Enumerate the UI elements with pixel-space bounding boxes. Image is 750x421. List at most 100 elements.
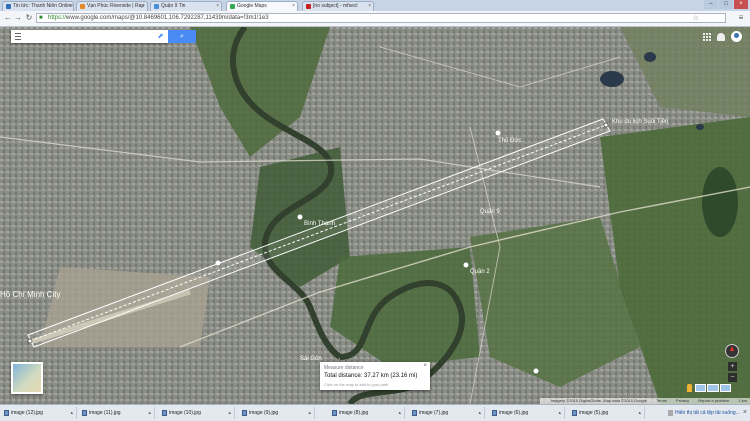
download-item[interactable]: image (12).jpg ▴ xyxy=(2,407,77,419)
download-filename: image (7).jpg xyxy=(419,410,449,416)
chevron-up-icon[interactable]: ▴ xyxy=(308,407,311,419)
pegman-icon[interactable] xyxy=(687,384,692,392)
satellite-map[interactable]: Thủ Đức Khu du lịch Suối Tiên Hồ Chí Min… xyxy=(0,27,750,404)
tab-thanh-nien[interactable]: Tin tức: Thanh Niên Online × xyxy=(2,1,74,11)
compass-icon[interactable] xyxy=(725,344,739,358)
hamburger-menu-icon[interactable] xyxy=(15,33,21,40)
address-bar[interactable]: ■ https://www.google.com/maps/@10.846960… xyxy=(36,13,726,23)
close-window-button[interactable]: × xyxy=(734,0,748,9)
browser-toolbar: ← → ↻ ■ https://www.google.com/maps/@10.… xyxy=(0,11,750,27)
browser-menu-icon[interactable]: ≡ xyxy=(736,13,746,23)
map-label[interactable]: Quận 9 xyxy=(480,209,500,215)
chevron-up-icon[interactable]: ▴ xyxy=(638,407,641,419)
terms-link[interactable]: Terms xyxy=(656,398,667,403)
scale-bar[interactable]: 1 km xyxy=(738,398,747,403)
measure-title: Measure distance xyxy=(324,365,364,371)
show-all-downloads-link[interactable]: Hiển thị tất cả tệp tải xuống... xyxy=(668,407,740,419)
tab-label: Vạn Phúc Riverside | Rap xyxy=(87,3,145,9)
map-label[interactable]: Khu du lịch Suối Tiên xyxy=(612,119,668,125)
privacy-link[interactable]: Privacy xyxy=(676,398,689,403)
place-pin-icon[interactable] xyxy=(297,214,303,220)
close-tab-icon[interactable]: × xyxy=(292,2,295,11)
window-controls: – □ × xyxy=(704,0,748,9)
site-favicon-icon xyxy=(80,4,85,9)
place-pin-icon[interactable] xyxy=(495,130,501,136)
download-filename: image (11).jpg xyxy=(89,410,121,416)
imagery-layers[interactable] xyxy=(695,384,731,392)
download-item[interactable]: image (7).jpg ▴ xyxy=(410,407,485,419)
close-tab-icon[interactable]: × xyxy=(216,2,219,11)
chevron-up-icon[interactable]: ▴ xyxy=(70,407,73,419)
map-label[interactable]: Hồ Chí Minh City xyxy=(0,290,60,299)
chevron-up-icon[interactable]: ▴ xyxy=(228,407,231,419)
chevron-up-icon[interactable]: ▴ xyxy=(398,407,401,419)
bookmark-star-icon[interactable]: ☆ xyxy=(693,14,699,22)
map-label[interactable]: Thủ Đức xyxy=(498,137,521,144)
back-arrow-icon[interactable]: ← xyxy=(3,13,13,23)
download-filename: image (6).jpg xyxy=(499,410,529,416)
directions-icon[interactable]: ⬈ xyxy=(156,32,165,41)
map-label[interactable]: Sài Gòn xyxy=(300,356,322,362)
place-pin-icon[interactable] xyxy=(215,260,221,266)
avatar[interactable] xyxy=(731,31,742,42)
apps-grid-icon[interactable] xyxy=(703,32,711,41)
earth-view-thumbnail[interactable] xyxy=(11,362,43,394)
search-input[interactable] xyxy=(25,31,155,41)
measure-hint: Click on the map to add to your path xyxy=(324,382,389,387)
tab-strip: Tin tức: Thanh Niên Online × Vạn Phúc Riv… xyxy=(0,0,750,11)
search-button[interactable]: ⌕ xyxy=(168,30,196,43)
url-text: www.google.com/maps/@10.8469601,106.7292… xyxy=(66,15,269,21)
close-tab-icon[interactable]: × xyxy=(142,2,145,11)
measure-total-distance: Total distance: 37.27 km (23.16 mi) xyxy=(324,373,418,379)
search-box[interactable]: ⬈ xyxy=(11,30,168,43)
imagery-credit: Imagery ©2015 DigitalGlobe, Map data ©20… xyxy=(550,398,647,403)
chevron-up-icon[interactable]: ▴ xyxy=(148,407,151,419)
zoom-in-button[interactable]: + xyxy=(728,362,737,371)
download-item[interactable]: image (8).jpg ▴ xyxy=(330,407,405,419)
download-filename: image (10).jpg xyxy=(169,410,201,416)
forward-arrow-icon[interactable]: → xyxy=(13,13,23,23)
map-label[interactable]: Quận 2 xyxy=(470,269,490,275)
tab-label: [no subject] - mfsecl xyxy=(313,3,358,9)
close-icon[interactable]: × xyxy=(423,363,427,369)
download-item[interactable]: image (5).jpg ▴ xyxy=(570,407,645,419)
site-favicon-icon xyxy=(154,4,159,9)
download-item[interactable]: image (9).jpg ▴ xyxy=(240,407,315,419)
satellite-imagery[interactable]: Thủ Đức Khu du lịch Suối Tiên Hồ Chí Min… xyxy=(0,27,750,404)
tab-gmail[interactable]: [no subject] - mfsecl × xyxy=(302,1,374,11)
close-tab-icon[interactable]: × xyxy=(68,2,71,11)
lock-icon: ■ xyxy=(39,15,43,21)
download-filename: image (9).jpg xyxy=(249,410,279,416)
download-item[interactable]: image (11).jpg ▴ xyxy=(80,407,155,419)
download-bar: image (12).jpg ▴ image (11).jpg ▴ image (1… xyxy=(0,404,750,421)
chevron-up-icon[interactable]: ▴ xyxy=(558,407,561,419)
download-filename: image (5).jpg xyxy=(579,410,609,416)
measure-distance-card: Measure distance Total distance: 37.27 k… xyxy=(320,362,430,390)
close-download-bar-icon[interactable]: × xyxy=(743,407,747,419)
minimize-button[interactable]: – xyxy=(704,0,718,9)
place-pin-icon[interactable] xyxy=(463,262,469,268)
zoom-out-button[interactable]: − xyxy=(728,373,737,382)
url-scheme: https:// xyxy=(48,15,67,21)
gmail-favicon-icon xyxy=(306,4,311,9)
close-tab-icon[interactable]: × xyxy=(368,2,371,11)
place-pin-icon[interactable] xyxy=(533,368,539,374)
maximize-button[interactable]: □ xyxy=(719,0,733,9)
chevron-up-icon[interactable]: ▴ xyxy=(478,407,481,419)
account-bar xyxy=(703,31,742,42)
report-problem-link[interactable]: Report a problem xyxy=(698,398,729,403)
tab-label: Google Maps xyxy=(237,3,267,9)
download-item[interactable]: image (10).jpg ▴ xyxy=(160,407,235,419)
notifications-icon[interactable] xyxy=(717,32,725,41)
tab-google-maps[interactable]: Google Maps × xyxy=(226,1,298,11)
site-favicon-icon xyxy=(6,4,11,9)
tab-van-phuc[interactable]: Vạn Phúc Riverside | Rap × xyxy=(76,1,148,11)
map-label[interactable]: Bình Thạnh xyxy=(304,221,335,227)
reload-icon[interactable]: ↻ xyxy=(24,13,34,23)
tab-quan-9[interactable]: Quận 9 Tin × xyxy=(150,1,222,11)
tab-label: Quận 9 Tin xyxy=(161,3,186,9)
download-filename: image (12).jpg xyxy=(11,410,43,416)
download-item[interactable]: image (6).jpg ▴ xyxy=(490,407,565,419)
maps-favicon-icon xyxy=(230,4,235,9)
search-icon: ⌕ xyxy=(180,33,184,40)
